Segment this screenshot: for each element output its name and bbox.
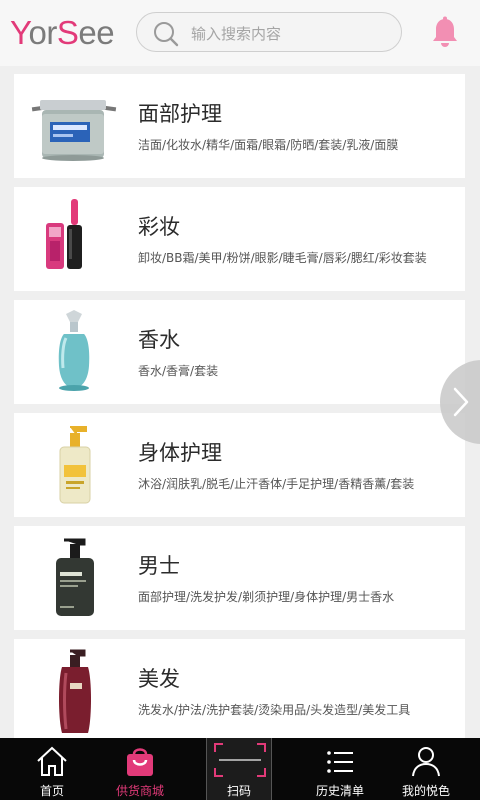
user-icon xyxy=(412,747,440,777)
category-subtitle: 面部护理/洗发护发/剃须护理/身体护理/男士香水 xyxy=(138,590,395,604)
category-subtitle: 洁面/化妆水/精华/面霜/眼霜/防晒/套装/乳液/面膜 xyxy=(138,138,399,152)
logo-part: Y xyxy=(10,14,29,51)
yorsee-logo[interactable]: YorSee xyxy=(10,14,115,52)
category-subtitle: 洗发水/护法/洗护套装/烫染用品/头发造型/美发工具 xyxy=(138,703,411,717)
category-list: 面部护理 洁面/化妆水/精华/面霜/眼霜/防晒/套装/乳液/面膜 彩妆 卸妆/B… xyxy=(0,66,480,738)
tab-label: 供货商城 xyxy=(115,784,164,798)
category-card-hair[interactable]: 美发 洗发水/护法/洗护套装/烫染用品/头发造型/美发工具 xyxy=(14,639,465,738)
category-title: 美发 xyxy=(138,667,180,691)
tab-supply-mall[interactable]: 供货商城 xyxy=(100,738,180,800)
tab-label: 首页 xyxy=(39,784,64,798)
category-title: 香水 xyxy=(138,328,180,352)
tab-scan[interactable]: 扫码 xyxy=(206,738,272,800)
category-card-body-care[interactable]: 身体护理 沐浴/润肤乳/脱毛/止汗香体/手足护理/香精香薰/套装 xyxy=(14,413,465,517)
perfume-bottle-image xyxy=(58,310,90,391)
category-title: 身体护理 xyxy=(138,441,222,465)
logo-part: or xyxy=(28,14,57,51)
category-subtitle: 香水/香膏/套装 xyxy=(138,364,219,378)
tab-home[interactable]: 首页 xyxy=(12,738,92,800)
app-header: YorSee 输入搜索内容 xyxy=(0,0,480,66)
tab-my-yuese[interactable]: 我的悦色 xyxy=(386,738,466,800)
category-title: 面部护理 xyxy=(138,102,222,126)
category-title: 彩妆 xyxy=(138,215,180,239)
list-icon xyxy=(327,751,353,773)
category-card-perfume[interactable]: 香水 香水/香膏/套装 xyxy=(14,300,465,404)
search-bar[interactable]: 输入搜索内容 xyxy=(136,12,402,52)
search-placeholder: 输入搜索内容 xyxy=(191,25,282,43)
men-cleanser-image xyxy=(56,538,94,616)
lip-gloss-image xyxy=(46,199,82,269)
tab-label: 扫码 xyxy=(226,784,251,798)
lotion-pump-image xyxy=(59,426,91,504)
tab-label: 历史清单 xyxy=(315,784,364,798)
home-icon xyxy=(37,746,67,776)
category-title: 男士 xyxy=(138,554,180,578)
bell-icon[interactable] xyxy=(430,16,460,48)
shampoo-bottle-image xyxy=(59,649,91,733)
shopping-bag-icon xyxy=(127,748,153,776)
category-card-makeup[interactable]: 彩妆 卸妆/BB霜/美甲/粉饼/眼影/睫毛膏/唇彩/腮红/彩妆套装 xyxy=(14,187,465,291)
tab-history[interactable]: 历史清单 xyxy=(300,738,380,800)
logo-part: S xyxy=(56,14,79,51)
scan-icon xyxy=(214,743,266,777)
search-icon xyxy=(154,22,179,47)
logo-part: ee xyxy=(78,14,115,51)
tab-label: 我的悦色 xyxy=(401,784,450,798)
category-card-face-care[interactable]: 面部护理 洁面/化妆水/精华/面霜/眼霜/防晒/套装/乳液/面膜 xyxy=(14,74,465,178)
category-subtitle: 沐浴/润肤乳/脱毛/止汗香体/手足护理/香精香薰/套装 xyxy=(138,477,415,491)
category-subtitle: 卸妆/BB霜/美甲/粉饼/眼影/睫毛膏/唇彩/腮红/彩妆套装 xyxy=(138,251,427,265)
category-card-men[interactable]: 男士 面部护理/洗发护发/剃须护理/身体护理/男士香水 xyxy=(14,526,465,630)
face-cream-jar-image xyxy=(31,100,117,161)
chevron-right-icon xyxy=(453,387,469,417)
